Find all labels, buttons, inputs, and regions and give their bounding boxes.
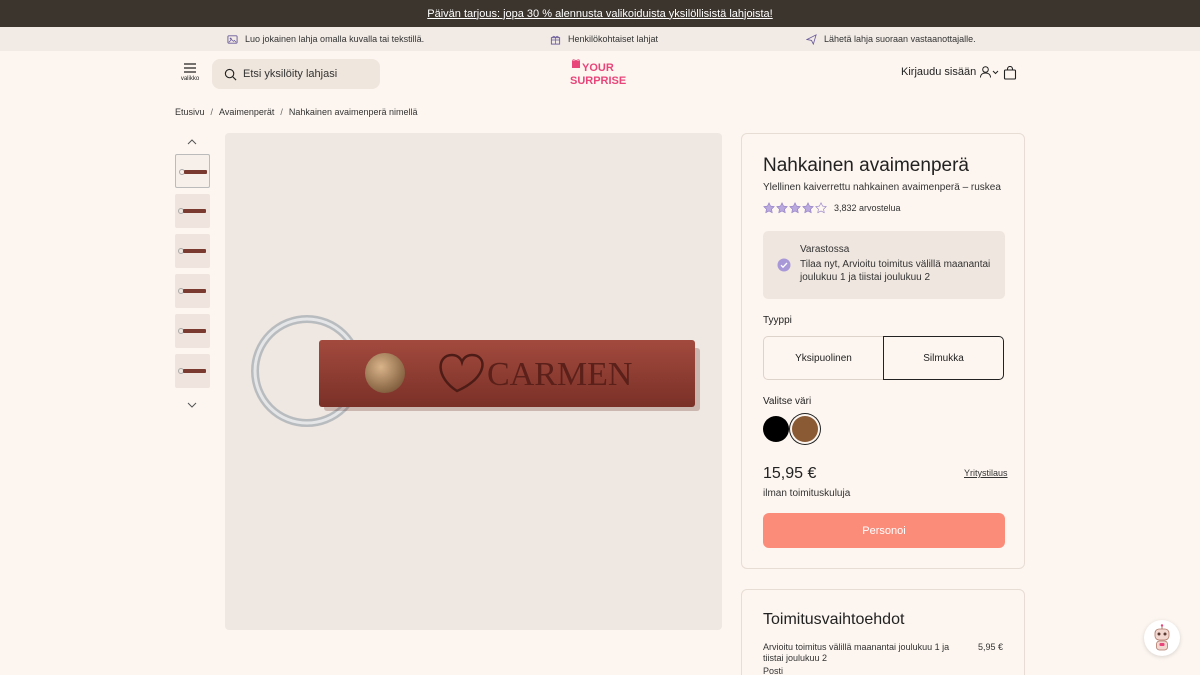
image-icon bbox=[227, 34, 238, 44]
color-label: Valitse väri bbox=[763, 396, 812, 407]
login-button[interactable]: Kirjaudu sisään bbox=[901, 66, 1000, 78]
breadcrumb-separator: / bbox=[280, 107, 283, 117]
color-swatch-black[interactable] bbox=[763, 416, 789, 442]
check-circle-icon bbox=[777, 258, 791, 272]
login-label: Kirjaudu sisään bbox=[901, 66, 977, 78]
menu-label: valikko bbox=[180, 76, 200, 82]
price-note: ilman toimituskuluja bbox=[763, 488, 851, 499]
chat-assistant-button[interactable] bbox=[1144, 620, 1180, 656]
type-option-single-sided[interactable]: Yksipuolinen bbox=[763, 336, 884, 380]
search-icon bbox=[224, 68, 237, 80]
star-full-icon bbox=[789, 202, 801, 214]
breadcrumb-separator: / bbox=[210, 107, 214, 117]
thumbnail[interactable] bbox=[175, 274, 210, 308]
stock-text: Tilaa nyt, Arvioitu toimitus välillä maa… bbox=[800, 259, 991, 283]
promo-bar: Päivän tarjous: jopa 30 % alennusta vali… bbox=[0, 0, 1200, 27]
engraving-text: CARMEN bbox=[487, 356, 632, 393]
robot-icon bbox=[1154, 624, 1170, 651]
menu-button[interactable]: valikko bbox=[176, 63, 204, 89]
thumbnail[interactable] bbox=[175, 354, 210, 388]
rating[interactable]: 3,832 arvostelua bbox=[763, 202, 901, 214]
gift-icon bbox=[550, 35, 561, 45]
personalize-button[interactable]: Personoi bbox=[763, 513, 1005, 548]
send-icon bbox=[806, 33, 817, 45]
user-icon bbox=[980, 66, 999, 78]
shipping-price: 5,95 € bbox=[978, 642, 1004, 652]
your-surprise-logo[interactable]: YOUR SURPRISE bbox=[569, 59, 631, 87]
business-order-link[interactable]: Yritystilaus bbox=[964, 468, 1008, 478]
hamburger-icon bbox=[184, 63, 196, 73]
review-count: 3,832 arvostelua bbox=[834, 203, 901, 213]
shipping-title: Toimitusvaihtoehdot bbox=[763, 611, 905, 628]
thumbnail[interactable] bbox=[175, 314, 210, 348]
stock-title: Varastossa bbox=[800, 244, 850, 255]
site-header: valikko YOUR SURPRISE Kirjaudu sisään bbox=[0, 51, 1200, 97]
stock-info: Varastossa Tilaa nyt, Arvioitu toimitus … bbox=[763, 231, 1005, 299]
shipping-description: Arvioitu toimitus välillä maanantai joul… bbox=[763, 642, 950, 663]
usp-text: Luo jokainen lahja omalla kuvalla tai te… bbox=[245, 34, 425, 44]
rivet bbox=[365, 353, 405, 393]
breadcrumb-item[interactable]: Etusivu bbox=[175, 107, 205, 117]
breadcrumb-item[interactable]: Avaimenperät bbox=[219, 107, 274, 117]
logo-text-top: YOUR bbox=[582, 62, 614, 74]
star-full-icon bbox=[776, 202, 788, 214]
star-full-icon bbox=[802, 202, 814, 214]
star-empty-icon bbox=[815, 202, 827, 214]
breadcrumb: Etusivu / Avaimenperät / Nahkainen avaim… bbox=[175, 107, 418, 117]
breadcrumb-current: Nahkainen avaimenperä nimellä bbox=[288, 107, 418, 117]
usp-item: Luo jokainen lahja omalla kuvalla tai te… bbox=[227, 27, 424, 51]
logo-text-bottom: SURPRISE bbox=[570, 75, 626, 87]
shipping-method: Posti bbox=[763, 666, 784, 675]
usp-bar: Luo jokainen lahja omalla kuvalla tai te… bbox=[0, 27, 1200, 51]
product-title: Nahkainen avaimenperä bbox=[763, 155, 969, 176]
promo-link[interactable]: Päivän tarjous: jopa 30 % alennusta vali… bbox=[427, 8, 772, 20]
type-option-loop[interactable]: Silmukka bbox=[883, 336, 1004, 380]
search-input[interactable] bbox=[243, 68, 371, 80]
keychain-illustration: CARMEN bbox=[251, 315, 700, 427]
thumbnail[interactable] bbox=[175, 194, 210, 228]
color-swatch-brown[interactable] bbox=[792, 416, 818, 442]
usp-item: Lähetä lahja suoraan vastaanottajalle. bbox=[806, 27, 976, 51]
chevron-down-icon[interactable] bbox=[181, 399, 203, 411]
star-full-icon bbox=[763, 202, 775, 214]
product-subtitle: Ylellinen kaiverrettu nahkainen avaimenp… bbox=[763, 182, 1001, 193]
usp-item: Henkilökohtaiset lahjat bbox=[550, 27, 658, 51]
usp-text: Lähetä lahja suoraan vastaanottajalle. bbox=[824, 34, 976, 44]
chevron-up-icon[interactable] bbox=[181, 136, 203, 148]
usp-text: Henkilökohtaiset lahjat bbox=[568, 34, 659, 44]
product-card: Nahkainen avaimenperä Ylellinen kaiverre… bbox=[741, 133, 1025, 569]
thumbnail[interactable] bbox=[175, 154, 210, 188]
thumbnail[interactable] bbox=[175, 234, 210, 268]
search-box[interactable] bbox=[212, 59, 380, 89]
product-image[interactable]: CARMEN bbox=[225, 133, 722, 630]
shopping-bag-icon[interactable] bbox=[1003, 66, 1017, 80]
type-label: Tyyppi bbox=[763, 315, 792, 326]
shipping-card: Toimitusvaihtoehdot Arvioitu toimitus vä… bbox=[741, 589, 1025, 675]
price: 15,95 € bbox=[763, 465, 817, 482]
